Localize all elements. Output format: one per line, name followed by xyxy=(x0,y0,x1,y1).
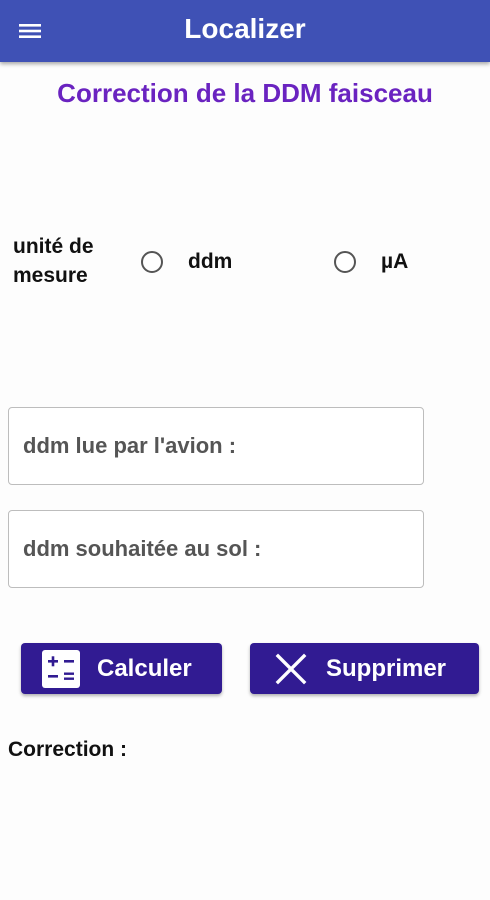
correction-label: Correction : xyxy=(8,738,128,761)
app-bar: Localizer xyxy=(0,0,490,62)
delete-button[interactable]: Supprimer xyxy=(250,643,479,694)
app-title: Localizer xyxy=(184,13,306,44)
unit-label-line1: unité de xyxy=(13,235,94,258)
calculator-icon xyxy=(42,649,80,688)
radio-label-ua[interactable]: µA xyxy=(381,250,408,274)
unit-label-line2: mesure xyxy=(13,264,88,287)
unit-label: unité de mesure xyxy=(13,232,123,290)
radio-option-ua[interactable]: µA xyxy=(334,244,408,280)
close-icon xyxy=(274,652,308,686)
radio-label-ddm[interactable]: ddm xyxy=(188,250,232,274)
ddm-wanted-input[interactable] xyxy=(8,510,424,588)
radio-option-ddm[interactable]: ddm xyxy=(141,244,232,280)
calculate-label: Calculer xyxy=(97,654,192,682)
ddm-read-input[interactable] xyxy=(8,407,424,485)
radio-button-ua[interactable] xyxy=(334,251,356,273)
page-title: Correction de la DDM faisceau xyxy=(57,78,433,108)
radio-button-ddm[interactable] xyxy=(141,251,163,273)
hamburger-menu-icon[interactable] xyxy=(18,21,42,41)
menu-button[interactable] xyxy=(8,11,52,51)
delete-label: Supprimer xyxy=(326,654,447,682)
calculate-button[interactable]: Calculer xyxy=(21,643,222,694)
